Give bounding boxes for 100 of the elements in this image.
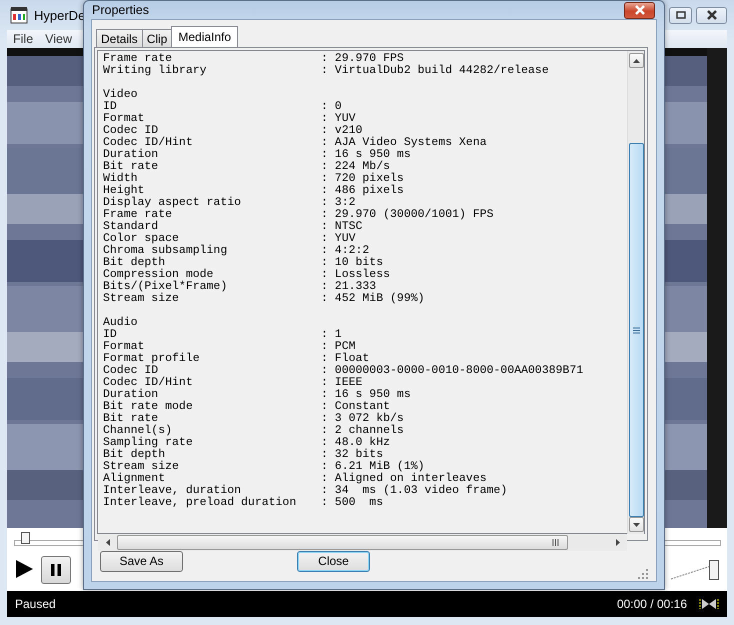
dialog-title: Properties bbox=[92, 3, 149, 17]
info-value: : Aligned on interleaves bbox=[321, 473, 487, 485]
info-value: : 4:2:2 bbox=[321, 245, 370, 257]
info-label: ID bbox=[103, 329, 118, 341]
info-label: Codec ID bbox=[103, 365, 158, 377]
info-label: Codec ID/Hint bbox=[103, 377, 194, 389]
info-label: Standard bbox=[103, 221, 160, 233]
status-text: Paused bbox=[15, 597, 56, 611]
section-heading: Audio bbox=[103, 317, 138, 329]
info-value: : 10 bits bbox=[321, 257, 384, 269]
info-value: : 2 channels bbox=[321, 425, 404, 437]
info-label: Bit depth bbox=[103, 449, 166, 461]
scroll-down-button[interactable] bbox=[628, 517, 644, 532]
dialog-close-button[interactable] bbox=[624, 2, 655, 18]
info-label: Channel(s) bbox=[103, 425, 174, 437]
pause-button[interactable] bbox=[41, 556, 71, 584]
info-label: Duration bbox=[103, 149, 160, 161]
info-value: : Lossless bbox=[321, 269, 390, 281]
info-label: Sampling rate bbox=[103, 437, 194, 449]
info-label: Chroma subsampling bbox=[103, 245, 228, 257]
down-arrow-icon bbox=[632, 522, 640, 526]
info-label: Bit rate bbox=[103, 413, 158, 425]
info-value: : 720 pixels bbox=[321, 173, 404, 185]
menu-item[interactable]: File bbox=[13, 32, 34, 46]
info-label: Format bbox=[103, 113, 146, 125]
section-heading: Video bbox=[103, 89, 138, 101]
info-value: : 486 pixels bbox=[321, 185, 404, 197]
info-value: : 3:2 bbox=[321, 197, 356, 209]
info-label: Bit rate bbox=[103, 161, 160, 173]
info-label: Stream size bbox=[103, 461, 180, 473]
info-label: Writing library bbox=[103, 65, 208, 77]
info-value: : 29.970 FPS bbox=[321, 53, 404, 65]
left-arrow-icon bbox=[106, 539, 110, 546]
restore-button[interactable] bbox=[669, 6, 692, 24]
info-value: : 452 MiB (99%) bbox=[321, 293, 425, 305]
dialog-button[interactable]: Close bbox=[297, 550, 370, 572]
info-label: Frame rate bbox=[103, 209, 174, 221]
info-value: : 6.21 MiB (1%) bbox=[321, 461, 425, 473]
info-value: : 29.970 (30000/1001) FPS bbox=[321, 209, 494, 221]
info-label: Bit rate mode bbox=[103, 401, 194, 413]
seek-thumb[interactable] bbox=[21, 532, 30, 544]
tab[interactable]: Details bbox=[96, 29, 143, 47]
info-label: Compression mode bbox=[103, 269, 214, 281]
info-value: : 1 bbox=[321, 329, 342, 341]
close-icon bbox=[634, 5, 646, 15]
window-title: HyperDe bbox=[34, 8, 86, 22]
info-label: ID bbox=[103, 101, 118, 113]
info-value: : 16 s 950 ms bbox=[321, 149, 411, 161]
info-label: Color space bbox=[103, 233, 179, 245]
speaker-icon[interactable] bbox=[699, 597, 719, 611]
dialog-button[interactable]: Save As bbox=[100, 550, 183, 572]
info-value: : PCM bbox=[321, 341, 356, 353]
right-arrow-icon bbox=[616, 539, 620, 546]
info-value: : Constant bbox=[321, 401, 390, 413]
info-label: Codec ID bbox=[103, 125, 158, 137]
info-label: Bit depth bbox=[103, 257, 166, 269]
info-value: : 16 s 950 ms bbox=[321, 389, 411, 401]
resize-grip-icon[interactable] bbox=[638, 569, 648, 579]
info-label: Format bbox=[103, 341, 146, 353]
info-label: Width bbox=[103, 173, 138, 185]
info-value: : 21.333 bbox=[321, 281, 376, 293]
grip-icon bbox=[632, 326, 640, 334]
time-display: 00:00 / 00:16 bbox=[616, 597, 687, 611]
info-value: : 34 ms (1.03 video frame) bbox=[321, 485, 508, 497]
app-icon bbox=[10, 6, 28, 24]
close-icon bbox=[706, 10, 718, 20]
info-label: Stream size bbox=[103, 293, 180, 305]
menu-item[interactable]: View bbox=[45, 32, 72, 46]
info-label: Codec ID/Hint bbox=[103, 137, 194, 149]
info-label: Duration bbox=[103, 389, 160, 401]
info-value: : VirtualDub2 build 44282/release bbox=[321, 65, 549, 77]
grip-icon bbox=[552, 539, 559, 546]
tab[interactable]: MediaInfo bbox=[171, 26, 238, 47]
restore-icon bbox=[676, 11, 686, 19]
info-value: : YUV bbox=[321, 113, 356, 125]
scroll-up-button[interactable] bbox=[628, 53, 644, 68]
info-value: : NTSC bbox=[321, 221, 362, 233]
scroll-thumb[interactable] bbox=[117, 535, 568, 550]
info-value: : AJA Video Systems Xena bbox=[321, 137, 487, 149]
volume-thumb[interactable] bbox=[709, 560, 719, 580]
info-value: : 48.0 kHz bbox=[321, 437, 390, 449]
info-value: : 500 ms bbox=[321, 497, 384, 509]
info-label: Bits/(Pixel*Frame) bbox=[103, 281, 228, 293]
tab[interactable]: Clip bbox=[142, 29, 172, 47]
info-label: Frame rate bbox=[103, 53, 172, 65]
info-label: Alignment bbox=[103, 473, 166, 485]
info-value: : YUV bbox=[321, 233, 356, 245]
volume-slider[interactable] bbox=[669, 560, 719, 580]
up-arrow-icon bbox=[632, 58, 640, 62]
window-close-button[interactable] bbox=[696, 6, 727, 24]
info-label: Display aspect ratio bbox=[103, 197, 242, 209]
info-value: : Float bbox=[321, 353, 370, 365]
info-value: : 3 072 kb/s bbox=[321, 413, 404, 425]
play-icon bbox=[14, 558, 34, 580]
info-value: : 0 bbox=[321, 101, 342, 113]
info-value: : 00000003-0000-0010-8000-00AA00389B71 bbox=[321, 365, 584, 377]
info-label: Interleave, preload duration bbox=[103, 497, 298, 509]
info-label: Interleave, duration bbox=[103, 485, 242, 497]
scroll-thumb[interactable] bbox=[628, 143, 644, 517]
info-value: : IEEE bbox=[321, 377, 362, 389]
